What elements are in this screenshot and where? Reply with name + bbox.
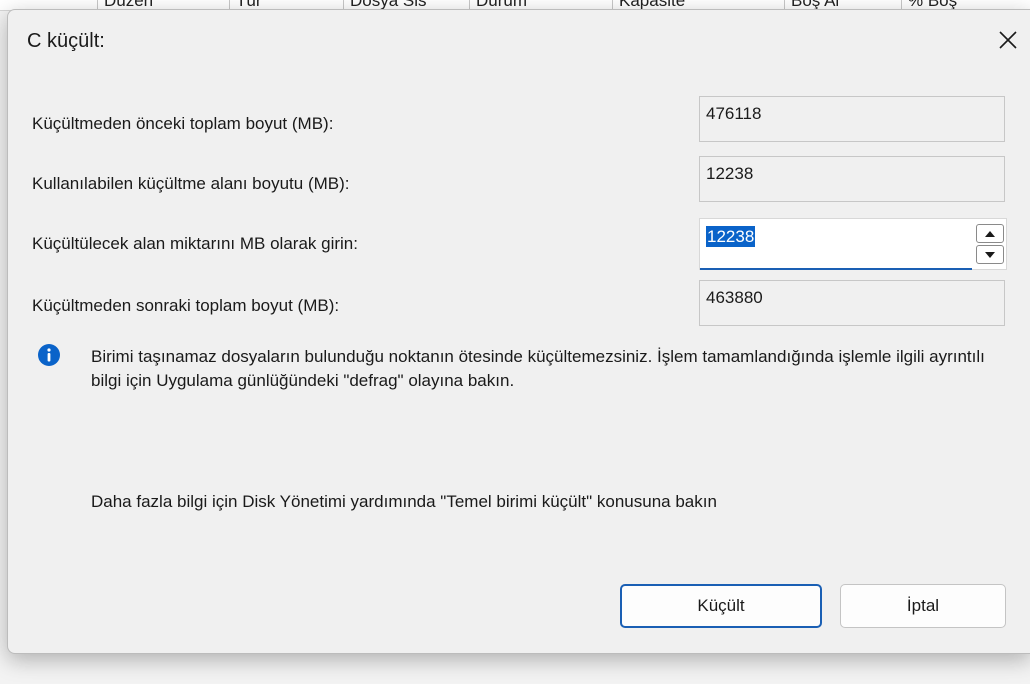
title-bar: C küçült: (8, 10, 1030, 72)
shrink-amount-input[interactable]: 12238 (706, 226, 756, 248)
shrink-amount-value: 12238 (706, 226, 756, 247)
size-after-field: 463880 (699, 280, 1005, 326)
focus-underline (700, 268, 972, 270)
chevron-up-icon (985, 230, 995, 237)
increment-button[interactable] (976, 224, 1004, 243)
close-button[interactable] (985, 20, 1030, 60)
size-before-label: Küçültmeden önceki toplam boyut (MB): (32, 114, 334, 133)
help-message: Daha fazla bilgi için Disk Yönetimi yard… (91, 492, 717, 511)
cancel-button[interactable]: İptal (840, 584, 1006, 628)
stepper-buttons (976, 224, 1004, 264)
shrink-amount-label: Küçültülecek alan miktarını MB olarak gi… (32, 234, 358, 253)
available-shrink-field: 12238 (699, 156, 1005, 202)
info-message: Birimi taşınamaz dosyaların bulunduğu no… (91, 347, 985, 390)
shrink-amount-stepper[interactable]: 12238 (699, 218, 1007, 270)
shrink-button[interactable]: Küçült (620, 584, 822, 628)
chevron-down-icon (985, 251, 995, 258)
available-shrink-label: Kullanılabilen küçültme alanı boyutu (MB… (32, 174, 350, 193)
info-icon (38, 344, 60, 366)
size-before-field: 476118 (699, 96, 1005, 142)
shrink-dialog: C küçült: Küçültmeden önceki toplam boyu… (7, 9, 1030, 654)
close-icon (999, 31, 1017, 49)
dialog-title: C küçült: (27, 30, 105, 52)
decrement-button[interactable] (976, 245, 1004, 264)
size-after-label: Küçültmeden sonraki toplam boyut (MB): (32, 296, 340, 315)
